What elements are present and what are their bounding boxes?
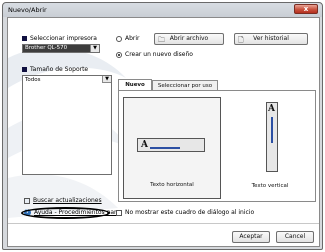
close-icon: x [303,5,309,13]
chevron-down-icon[interactable]: ▼ [90,45,99,52]
open-file-button-label: Abrir archivo [169,35,209,42]
cancel-button[interactable]: Cancel [276,231,314,243]
printer-label: Seleccionar impresora [30,35,97,42]
folder-icon: 🗀 [158,36,165,44]
layout-horizontal-caption: Texto horizontal [150,182,194,188]
printer-select[interactable]: Brother QL-570 ▼ [22,44,100,53]
tape-size-value: Todos [25,77,41,83]
history-button[interactable]: 🗋 Ver historial [234,33,308,45]
dont-show-checkbox[interactable] [116,210,122,216]
accept-button[interactable]: Aceptar [232,231,270,243]
update-icon [24,198,30,204]
dialog-body: Seleccionar impresora Brother QL-570 ▼ T… [7,17,320,247]
tape-size-label: Tamaño de Soporte [30,66,89,73]
tape-size-bullet-icon [22,67,27,72]
open-file-button[interactable]: 🗀 Abrir archivo [154,33,224,45]
create-radio-label: Crear un nuevo diseño [125,51,193,58]
open-radio-label: Abrir [125,35,140,42]
tape-size-list[interactable]: Todos ▼ [22,75,112,175]
vertical-text-line [271,117,273,143]
highlight-circle [21,207,110,219]
title-bar[interactable]: Nuevo/Abrir x [3,3,322,17]
dont-show-label: No mostrar este cuadro de diálogo al ini… [125,209,255,216]
layout-vertical-caption: Texto vertical [251,183,289,189]
vertical-tape-preview: A [266,102,278,172]
chevron-down-icon[interactable]: ▼ [102,76,111,83]
new-open-dialog: Nuevo/Abrir x Seleccionar impresora Brot… [2,2,323,250]
vertical-glyph: A [268,104,275,114]
footer-separator [8,223,319,224]
open-radio[interactable] [116,36,122,42]
horizontal-glyph: A [141,140,148,150]
printer-select-value: Brother QL-570 [25,45,68,51]
tab-nuevo-label: Nuevo [125,82,145,88]
horizontal-text-line [150,147,180,149]
close-button[interactable]: x [294,4,318,14]
tab-seleccionar-por-uso-label: Seleccionar por uso [157,83,213,89]
horizontal-tape-preview: A [137,138,205,152]
layout-horizontal-card[interactable]: A Texto horizontal [123,97,221,199]
check-updates-link[interactable]: Buscar actualizaciones [33,197,102,204]
dialog-title: Nuevo/Abrir [8,6,47,14]
layout-panel: A Texto horizontal A Texto vertical [118,90,316,202]
history-icon: 🗋 [238,36,244,44]
create-radio[interactable] [116,52,122,58]
history-button-label: Ver historial [253,35,289,42]
accept-button-label: Aceptar [239,233,263,240]
layout-vertical-card[interactable]: A Texto vertical [221,97,319,199]
printer-bullet-icon [22,36,27,41]
cancel-button-label: Cancel [284,233,306,240]
